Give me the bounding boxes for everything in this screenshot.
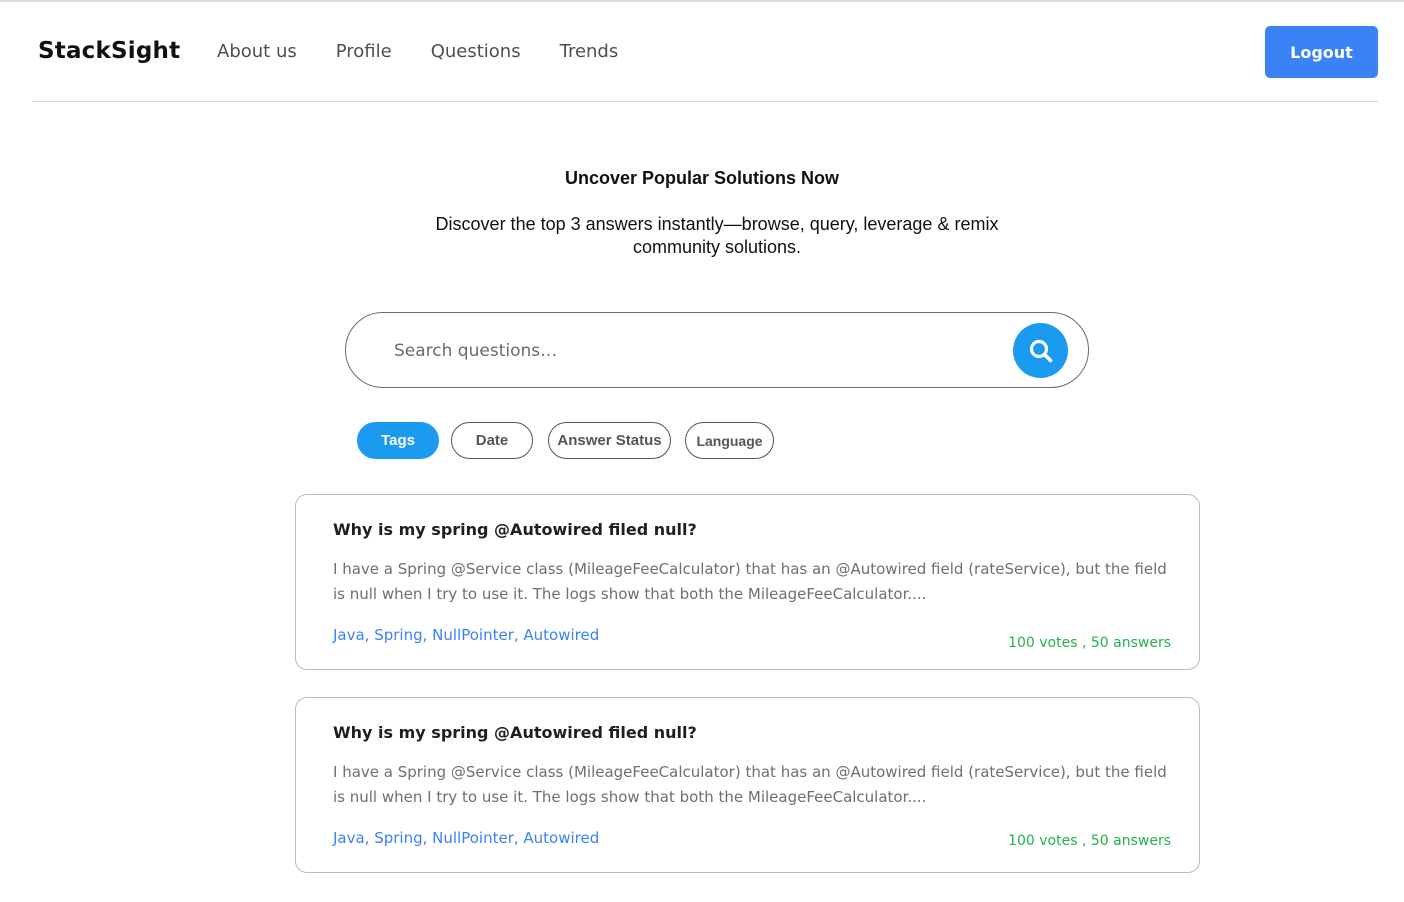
question-stats: 100 votes , 50 answers <box>1008 833 1171 849</box>
question-excerpt: I have a Spring @Service class (MileageF… <box>333 560 1167 603</box>
page: StackSight About us Profile Questions Tr… <box>0 0 1404 902</box>
search-bar <box>345 312 1089 388</box>
hero-subtitle: Discover the top 3 answers instantly—bro… <box>435 214 999 257</box>
question-excerpt: I have a Spring @Service class (MileageF… <box>333 763 1167 806</box>
question-stats: 100 votes , 50 answers <box>1008 635 1171 651</box>
filter-date[interactable]: Date <box>451 422 533 459</box>
filter-language[interactable]: Language <box>685 422 774 459</box>
nav-questions[interactable]: Questions <box>431 41 521 62</box>
filter-tags[interactable]: Tags <box>357 422 439 459</box>
question-tags[interactable]: Java, Spring, NullPointer, Autowired <box>333 829 599 847</box>
search-button[interactable] <box>1013 323 1068 378</box>
header-divider <box>32 101 1378 102</box>
question-title[interactable]: Why is my spring @Autowired filed null? <box>333 520 697 539</box>
nav-about-us[interactable]: About us <box>217 41 297 62</box>
nav-profile[interactable]: Profile <box>336 41 392 62</box>
question-title[interactable]: Why is my spring @Autowired filed null? <box>333 723 697 742</box>
logout-button[interactable]: Logout <box>1265 26 1378 78</box>
hero-title: Uncover Popular Solutions Now <box>564 168 840 188</box>
question-card[interactable]: Why is my spring @Autowired filed null? … <box>295 697 1200 873</box>
brand-logo[interactable]: StackSight <box>38 38 180 64</box>
search-input[interactable] <box>394 335 994 367</box>
question-card[interactable]: Why is my spring @Autowired filed null? … <box>295 494 1200 670</box>
search-icon <box>1028 338 1054 364</box>
filter-answer-status[interactable]: Answer Status <box>548 422 671 459</box>
main-nav: About us Profile Questions Trends <box>217 41 657 62</box>
question-tags[interactable]: Java, Spring, NullPointer, Autowired <box>333 626 599 644</box>
nav-trends[interactable]: Trends <box>560 41 619 62</box>
